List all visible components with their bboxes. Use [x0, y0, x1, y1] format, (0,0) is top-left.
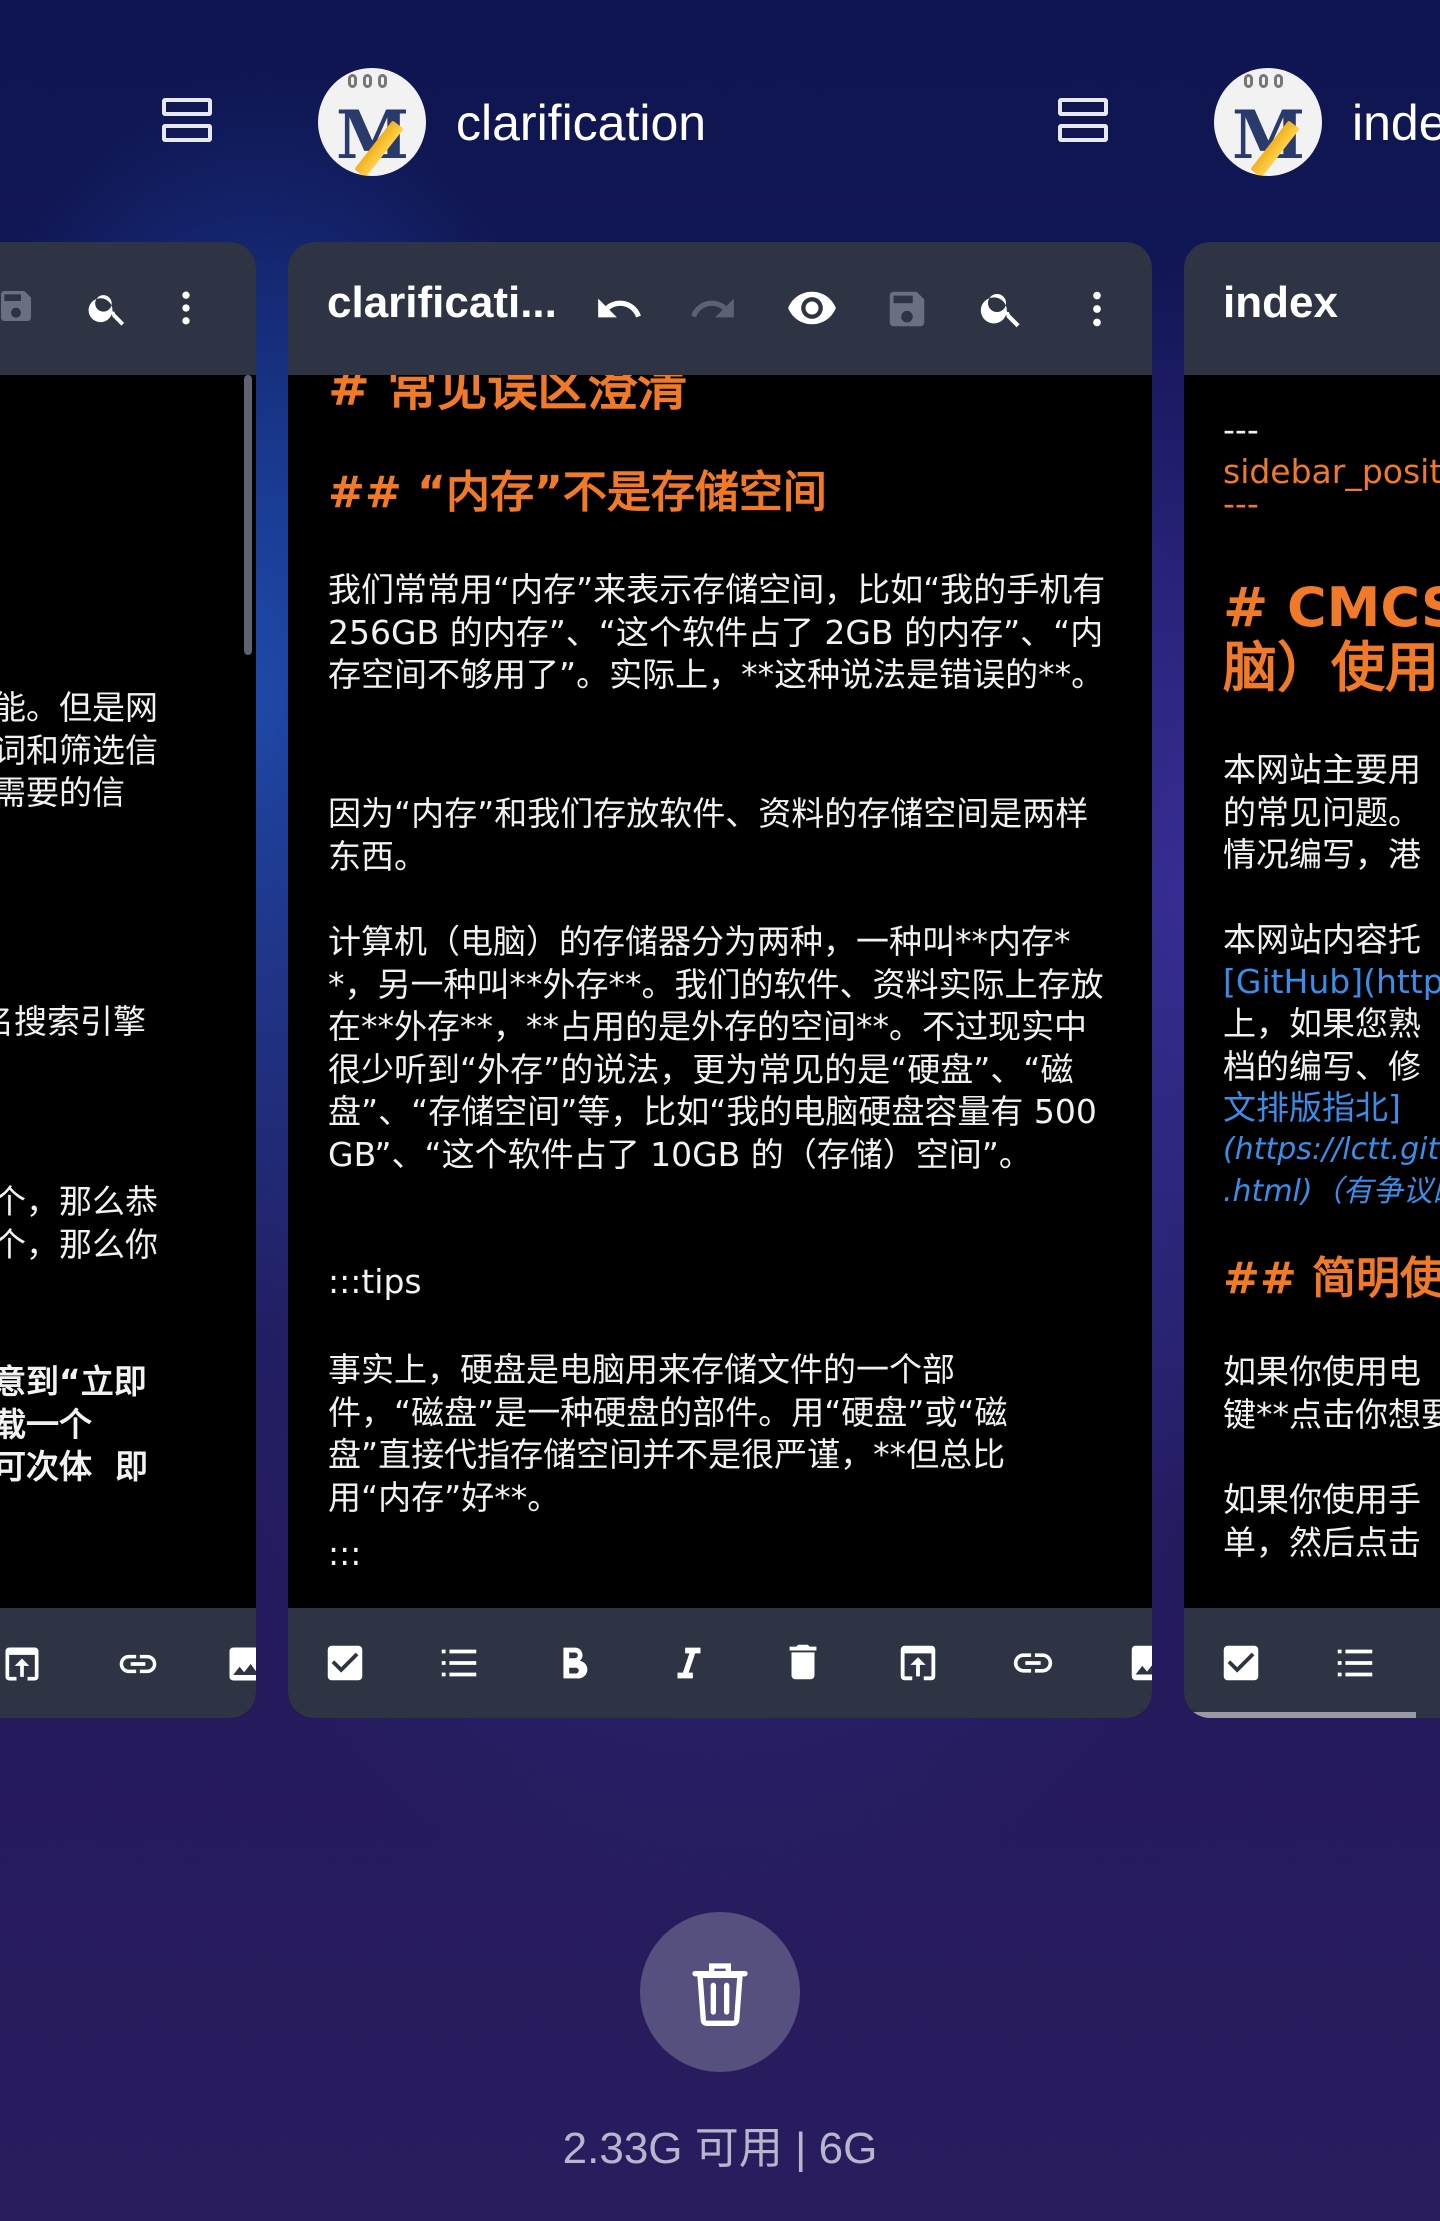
- trash-icon: [692, 1963, 748, 2026]
- markdown-frontmatter: ---: [1223, 410, 1259, 449]
- markdown-paragraph: 计算机（电脑）的存储器分为两种，一种叫**内存**，另一种叫**外存**。我们的…: [328, 922, 1104, 1174]
- app-title-center: clarification: [456, 95, 707, 151]
- markdown-h2: ## “内存”不是存储空间: [328, 467, 827, 518]
- editor-content[interactable]: 文能。但是网 键词和筛选信 们需要的信 3名搜索引擎 g/ 一个，那么恭 一个，…: [0, 375, 256, 1608]
- markdown-paragraph: 上，如果您熟 档的编写、修: [1223, 1004, 1421, 1086]
- preview-eye-icon[interactable]: [784, 282, 840, 334]
- markdown-h1: 脑）使用: [1223, 636, 1439, 699]
- markdown-h1: # 常见误区澄清: [328, 375, 688, 417]
- task-card-left[interactable]: 文能。但是网 键词和筛选信 们需要的信 3名搜索引擎 g/ 一个，那么恭 一个，…: [0, 242, 256, 1718]
- delete-icon[interactable]: [780, 1638, 826, 1686]
- markdown-paragraph: 本网站主要用 的常见问题。 情况编写，港: [1223, 750, 1421, 874]
- clear-all-button[interactable]: [640, 1912, 800, 2072]
- memory-status: 2.33G 可用 | 6G: [562, 2124, 878, 2173]
- format-toolbar: [288, 1608, 1152, 1718]
- markdown-frontmatter: ---: [1223, 484, 1259, 523]
- markdown-link: [GitHub](https: [1223, 962, 1440, 1001]
- undo-icon[interactable]: [594, 284, 644, 334]
- redo-icon[interactable]: [688, 284, 738, 334]
- document-title: index: [1223, 278, 1338, 327]
- split-screen-icon[interactable]: [1058, 96, 1108, 146]
- markdown-link: (https://lctt.gith: [1223, 1132, 1440, 1167]
- markdown-paragraph: 因为“内存”和我们存放软件、资料的存储空间是两样东西。: [328, 794, 1089, 876]
- upload-icon[interactable]: [894, 1640, 942, 1686]
- split-screen-icon[interactable]: [162, 96, 212, 146]
- markdown-h1: # CMCS: [1223, 576, 1440, 639]
- app-title-right: inde: [1352, 95, 1440, 151]
- markdown-paragraph: 事实上，硬盘是电脑用来存储文件的一个部件，“磁盘”是一种硬盘的部件。用“硬盘”或…: [328, 1350, 1008, 1517]
- task-card-center[interactable]: clarificati... # 常见误区澄清 ## “内存”不是存储空间 我们…: [288, 242, 1152, 1718]
- app-icon: M: [1214, 68, 1322, 176]
- markdown-link: .html)（有争议的: [1223, 1174, 1440, 1209]
- editor-text: 注意到“立即 下载一个 司可次体 即: [0, 1362, 148, 1486]
- checkbox-icon[interactable]: [1218, 1640, 1264, 1686]
- markdown-paragraph: 如果你使用手 单，然后点击: [1223, 1480, 1421, 1562]
- document-title: clarificati...: [327, 278, 557, 327]
- image-icon[interactable]: [224, 1642, 256, 1686]
- markdown-paragraph: :::tips: [328, 1262, 422, 1301]
- toolbar: [0, 242, 256, 375]
- link-icon[interactable]: [1008, 1640, 1058, 1686]
- format-toolbar: [0, 1608, 256, 1718]
- italic-icon[interactable]: [666, 1640, 712, 1686]
- link-icon[interactable]: [114, 1642, 162, 1686]
- editor-link: g/: [0, 1091, 240, 1134]
- scrollbar[interactable]: [244, 375, 252, 655]
- markdown-paragraph: :::: [328, 1534, 362, 1573]
- more-vert-icon[interactable]: [164, 286, 208, 330]
- more-vert-icon[interactable]: [1074, 286, 1120, 332]
- markdown-link: 文排版指北]: [1223, 1088, 1401, 1127]
- save-icon[interactable]: [0, 286, 36, 326]
- editor-text: 文能。但是网 键词和筛选信 们需要的信: [0, 688, 158, 812]
- scrollbar: [1184, 1712, 1416, 1718]
- editor-content[interactable]: --- sidebar_posit --- # CMCS 脑）使用 本网站主要用…: [1184, 375, 1440, 1608]
- task-card-right[interactable]: index --- sidebar_posit --- # CMCS 脑）使用 …: [1184, 242, 1440, 1718]
- editor-text: 一个，那么恭 一个，那么你: [0, 1182, 158, 1264]
- image-icon[interactable]: [1126, 1640, 1152, 1686]
- search-icon[interactable]: [978, 284, 1026, 332]
- markdown-paragraph: 本网站内容托: [1223, 920, 1421, 959]
- search-icon[interactable]: [86, 286, 130, 330]
- save-icon[interactable]: [884, 286, 930, 332]
- upload-icon[interactable]: [0, 1642, 44, 1686]
- markdown-h2: ## 简明使: [1223, 1253, 1440, 1304]
- editor-text: 3名搜索引擎: [0, 1002, 146, 1041]
- markdown-paragraph: 如果你使用电 键**点击你想要: [1223, 1352, 1440, 1434]
- list-icon[interactable]: [1330, 1640, 1380, 1686]
- list-icon[interactable]: [434, 1640, 484, 1686]
- bold-icon[interactable]: [550, 1640, 596, 1686]
- toolbar: index: [1184, 242, 1440, 375]
- app-icon: M: [318, 68, 426, 176]
- checkbox-icon[interactable]: [322, 1640, 368, 1686]
- format-toolbar: [1184, 1608, 1440, 1718]
- editor-content[interactable]: # 常见误区澄清 ## “内存”不是存储空间 我们常常用“内存”来表示存储空间，…: [288, 375, 1152, 1608]
- toolbar: clarificati...: [288, 242, 1152, 375]
- markdown-paragraph: 我们常常用“内存”来表示存储空间，比如“我的手机有 256GB 的内存”、“这个…: [328, 570, 1116, 694]
